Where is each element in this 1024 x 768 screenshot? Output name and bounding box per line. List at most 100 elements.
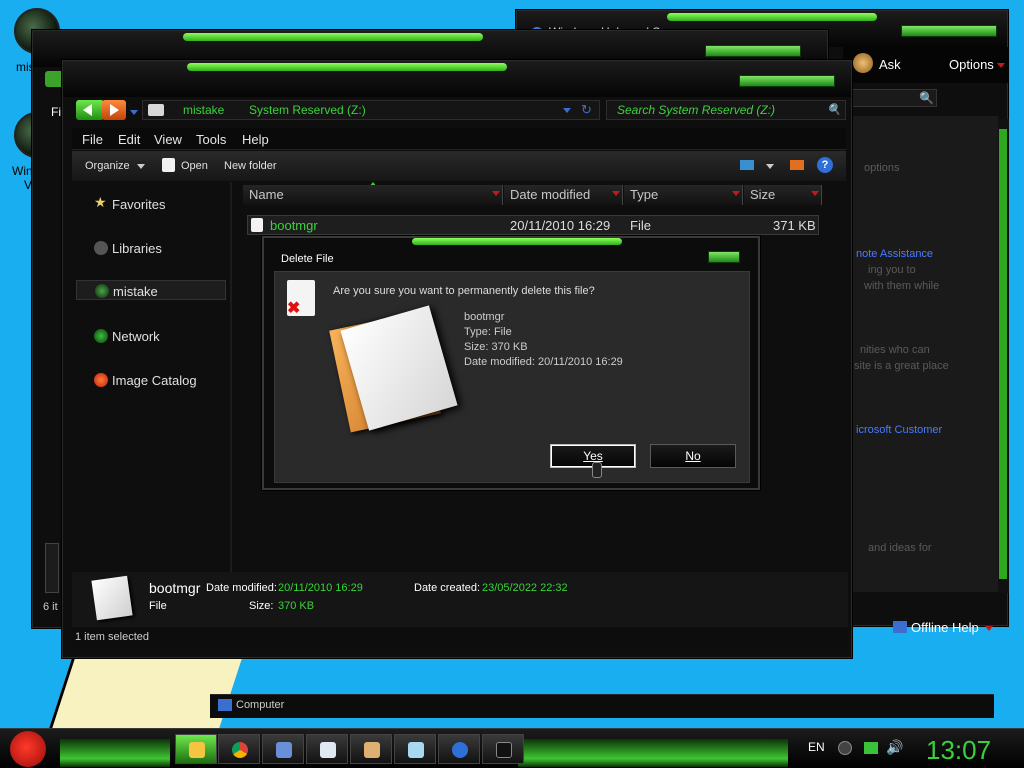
- nav-image-catalog[interactable]: Image Catalog: [76, 370, 226, 390]
- open-button[interactable]: Open: [181, 160, 208, 172]
- column-type[interactable]: Type: [624, 185, 743, 205]
- options-menu[interactable]: Options: [949, 57, 994, 72]
- libraries-icon: [94, 241, 108, 255]
- search-input[interactable]: Search System Reserved (Z:) 🔍: [606, 100, 846, 120]
- chevron-down-icon[interactable]: [997, 63, 1005, 68]
- window-caption-buttons[interactable]: [739, 75, 835, 87]
- chevron-down-icon[interactable]: [732, 191, 740, 196]
- nav-favorites[interactable]: ★ Favorites: [76, 194, 226, 214]
- taskbar-explorer-button[interactable]: [175, 734, 217, 764]
- chevron-down-icon[interactable]: [563, 108, 571, 113]
- notepad-icon: [320, 742, 336, 758]
- address-bar[interactable]: mistake System Reserved (Z:) ↻: [142, 100, 600, 120]
- table-row[interactable]: bootmgr 20/11/2010 16:29 File 371 KB: [247, 215, 819, 235]
- close-button[interactable]: [708, 251, 740, 263]
- language-indicator[interactable]: EN: [808, 740, 825, 754]
- chrome-icon: [232, 742, 248, 758]
- star-icon: ★: [94, 194, 107, 210]
- menu-bar: File Edit View Tools Help: [72, 128, 846, 150]
- chevron-down-icon[interactable]: [137, 164, 145, 169]
- user-folder-icon: [95, 284, 109, 298]
- menu-edit[interactable]: Edit: [118, 132, 140, 147]
- delete-file-icon: ✖: [287, 280, 315, 317]
- ask-icon: [853, 53, 873, 73]
- file-icon: [251, 218, 263, 232]
- menu-file[interactable]: File: [82, 132, 103, 147]
- refresh-icon[interactable]: ↻: [581, 102, 592, 118]
- taskbar-app-button[interactable]: [262, 734, 304, 764]
- tray-icon[interactable]: [838, 741, 852, 755]
- no-button[interactable]: No: [650, 444, 736, 468]
- file-thumbnail: [91, 575, 133, 621]
- offline-help-button[interactable]: Offline Help: [867, 619, 1005, 637]
- arrow-right-icon: [110, 104, 119, 116]
- drive-icon: [148, 104, 164, 116]
- monitor-icon: [893, 621, 907, 633]
- help-search-input[interactable]: 🔍: [845, 89, 937, 107]
- start-button-angry-bird-icon[interactable]: [10, 731, 46, 767]
- taskbar-chrome-button[interactable]: [218, 734, 260, 764]
- menu-tools[interactable]: Tools: [196, 132, 226, 147]
- taskbar-notepad-button[interactable]: [306, 734, 348, 764]
- file-type: File: [630, 218, 651, 233]
- forward-button[interactable]: [102, 100, 126, 120]
- help-status-bar: Computer: [210, 694, 994, 718]
- organize-button[interactable]: Organize: [85, 160, 130, 172]
- details-pane: bootmgr File Date modified: 20/11/2010 1…: [72, 572, 848, 627]
- nav-mistake[interactable]: mistake: [76, 280, 226, 300]
- chevron-down-icon[interactable]: [492, 191, 500, 196]
- taskbar-help-button[interactable]: [438, 734, 480, 764]
- network-tray-icon[interactable]: [864, 742, 878, 754]
- delete-file-dialog[interactable]: Delete File ✖ Are you sure you want to p…: [262, 236, 760, 490]
- dialog-file-date: Date modified: 20/11/2010 16:29: [464, 356, 623, 368]
- scrollbar[interactable]: [997, 119, 1009, 593]
- column-name[interactable]: Name: [243, 185, 503, 205]
- recent-pages-chevron-icon[interactable]: [130, 110, 138, 115]
- taskbar: EN 🔊 13:07: [0, 728, 1024, 768]
- window-caption-buttons[interactable]: [901, 25, 997, 37]
- nav-network[interactable]: Network: [76, 326, 226, 346]
- arrow-left-icon: [83, 104, 92, 116]
- back-button[interactable]: [76, 100, 104, 120]
- help-icon[interactable]: ?: [817, 157, 833, 173]
- open-icon: [162, 158, 175, 172]
- details-date-created: 23/05/2022 22:32: [482, 582, 568, 594]
- dialog-file-size: Size: 370 KB: [464, 341, 528, 353]
- paint-icon: [364, 742, 380, 758]
- preview-pane-icon[interactable]: [790, 160, 804, 170]
- menu-view[interactable]: View: [154, 132, 182, 147]
- window-caption-buttons[interactable]: [705, 45, 801, 57]
- menu-help[interactable]: Help: [242, 132, 269, 147]
- pane-divider[interactable]: [230, 182, 232, 572]
- taskbar-document-button[interactable]: [394, 734, 436, 764]
- column-date-modified[interactable]: Date modified: [504, 185, 623, 205]
- navigation-pane: ★ Favorites Libraries mistake Network Im…: [72, 182, 230, 572]
- ask-link[interactable]: Ask: [879, 57, 901, 72]
- chevron-down-icon[interactable]: [766, 164, 774, 169]
- desktop-icon-label: V: [24, 178, 33, 192]
- chevron-down-icon[interactable]: [811, 191, 819, 196]
- chevron-down-icon[interactable]: [612, 191, 620, 196]
- status-text: 1 item selected: [75, 631, 149, 643]
- mouse-cursor-icon: [592, 462, 602, 478]
- taskbar-paint-button[interactable]: [350, 734, 392, 764]
- clock[interactable]: 13:07: [926, 735, 991, 766]
- nav-libraries[interactable]: Libraries: [76, 238, 226, 258]
- taskbar-cmd-button[interactable]: [482, 734, 524, 764]
- help-icon: [452, 742, 468, 758]
- dialog-title: Delete File: [281, 253, 334, 265]
- volume-icon[interactable]: 🔊: [886, 739, 903, 756]
- breadcrumb-drive[interactable]: System Reserved (Z:): [249, 103, 366, 117]
- command-prompt-icon: [496, 742, 512, 758]
- search-icon[interactable]: 🔍: [919, 91, 934, 105]
- view-icon[interactable]: [740, 160, 754, 170]
- breadcrumb-mistake[interactable]: mistake: [183, 103, 224, 117]
- scrollbar[interactable]: [45, 543, 59, 593]
- file-name: bootmgr: [270, 218, 318, 233]
- search-icon[interactable]: 🔍: [827, 103, 841, 116]
- remote-assistance-link[interactable]: note Assistance: [856, 248, 933, 260]
- new-folder-button[interactable]: New folder: [224, 160, 277, 172]
- column-size[interactable]: Size: [744, 185, 822, 205]
- network-icon: [94, 329, 108, 343]
- customer-link[interactable]: icrosoft Customer: [856, 424, 942, 436]
